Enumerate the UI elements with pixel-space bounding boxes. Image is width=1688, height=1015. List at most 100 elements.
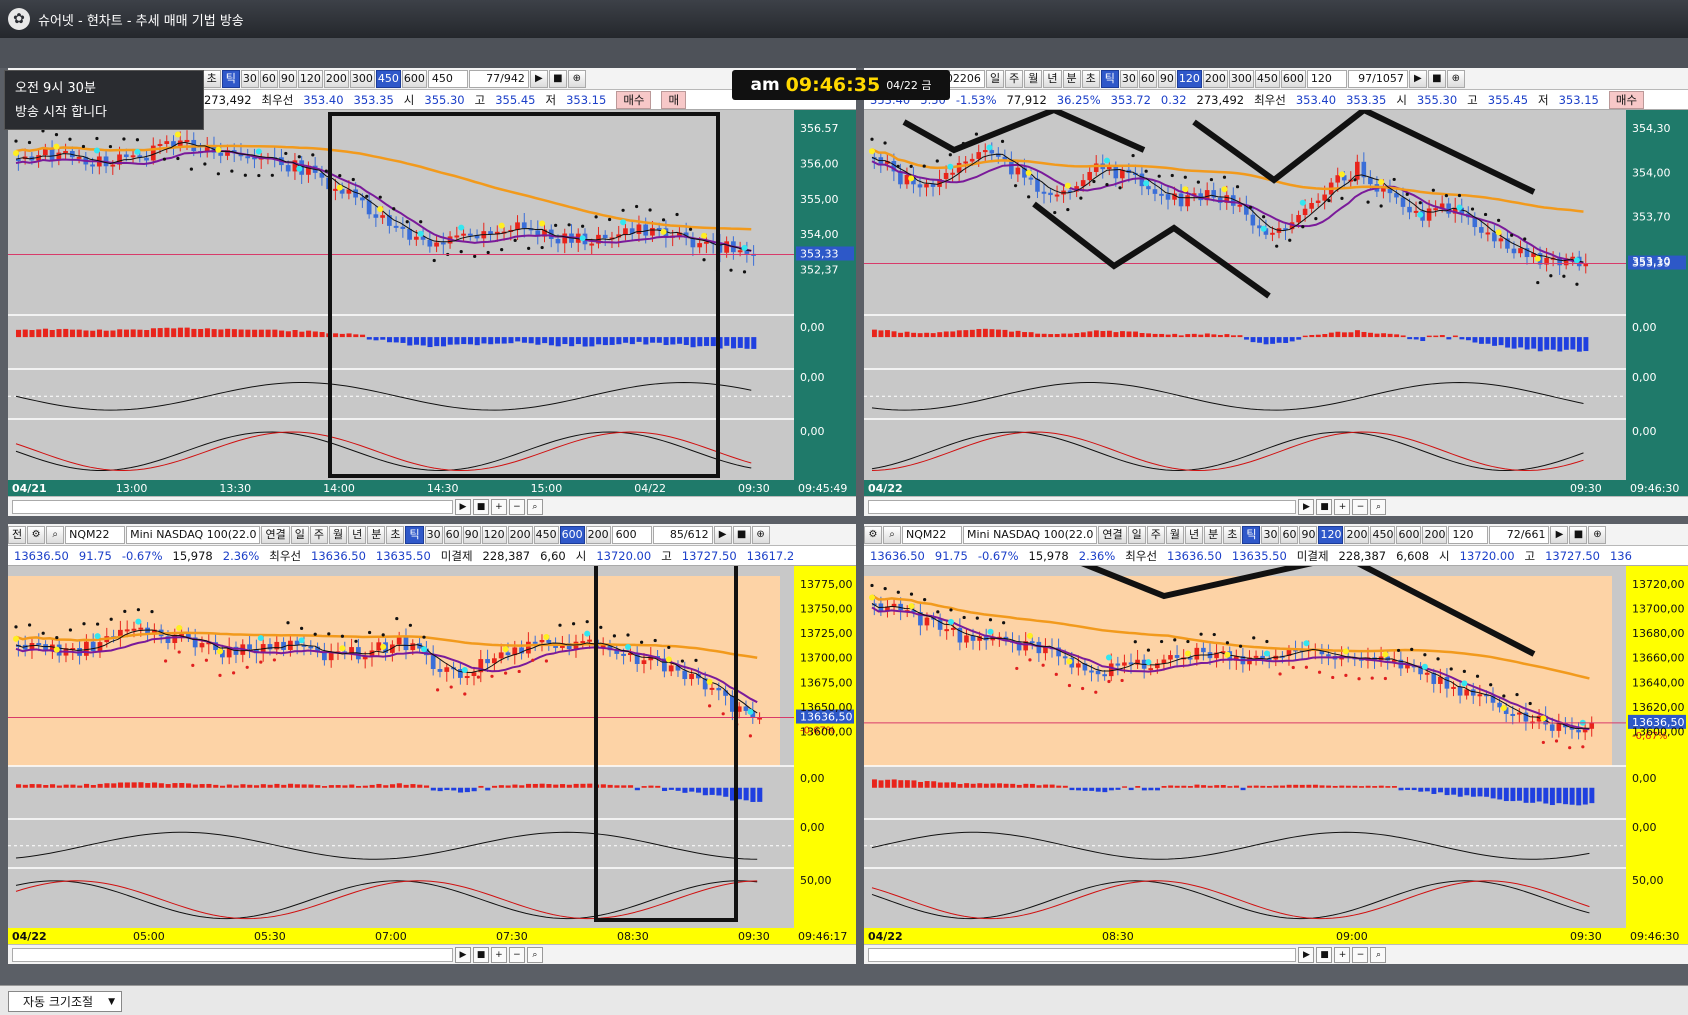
chart-scrollbar[interactable]: ▶ ■ + − ⌕: [8, 944, 856, 964]
period-button[interactable]: 년: [1184, 525, 1204, 544]
tick-button[interactable]: 450: [1254, 69, 1280, 88]
tick-button[interactable]: 450: [375, 69, 401, 88]
period-button[interactable]: 주: [1005, 69, 1024, 88]
stop-icon[interactable]: ■: [1316, 498, 1333, 515]
tick-button[interactable]: 30: [424, 525, 443, 544]
zoom-icon[interactable]: ⌕: [526, 498, 543, 515]
chart-scrollbar[interactable]: ▶ ■ + − ⌕: [864, 944, 1688, 964]
tick-value-select[interactable]: 120: [1306, 69, 1347, 88]
tick-button[interactable]: 120: [1318, 525, 1344, 544]
tick-button[interactable]: 30: [1261, 525, 1280, 544]
toolbar-lead-button[interactable]: 전: [8, 525, 27, 544]
play-icon[interactable]: ▶: [454, 946, 471, 963]
quote-buy2[interactable]: 매: [661, 90, 687, 109]
tick-button[interactable]: 120: [1176, 69, 1202, 88]
tick-button[interactable]: 120: [297, 69, 323, 88]
period-button[interactable]: 일: [1127, 525, 1146, 544]
tick-button[interactable]: 200: [1344, 525, 1370, 544]
period-button[interactable]: 초: [202, 69, 221, 88]
quote-buy[interactable]: 매수: [616, 90, 652, 109]
period-button[interactable]: 주: [1146, 525, 1165, 544]
period-button[interactable]: 일: [290, 525, 309, 544]
period-button[interactable]: 초: [386, 525, 405, 544]
bar-count-field[interactable]: 72/661: [1489, 525, 1550, 544]
period-button[interactable]: 틱: [405, 525, 424, 544]
period-button[interactable]: 초: [1223, 525, 1242, 544]
zoom-icon[interactable]: ⌕: [1370, 498, 1387, 515]
tick-value-select[interactable]: 120: [1448, 525, 1489, 544]
tick-button[interactable]: 90: [1157, 69, 1176, 88]
zoom-icon[interactable]: ⊕: [1446, 69, 1465, 88]
zoom-icon[interactable]: ⊕: [751, 525, 770, 544]
period-button[interactable]: 년: [348, 525, 367, 544]
period-button[interactable]: 틱: [221, 69, 240, 88]
period-button[interactable]: 월: [1165, 525, 1184, 544]
play-icon[interactable]: ▶: [529, 69, 548, 88]
tick-button[interactable]: 200: [323, 69, 349, 88]
zoom-icon[interactable]: ⌕: [526, 946, 543, 963]
period-button[interactable]: 주: [309, 525, 328, 544]
tick-button[interactable]: 600: [1280, 69, 1306, 88]
period-button[interactable]: 틱: [1100, 69, 1119, 88]
symbol-code-field[interactable]: NQM22: [65, 525, 126, 544]
bar-count-field[interactable]: 97/1057: [1347, 69, 1408, 88]
plus-icon[interactable]: +: [1334, 498, 1351, 515]
minus-icon[interactable]: −: [508, 946, 525, 963]
tick-button[interactable]: 30: [240, 69, 259, 88]
zoom-icon[interactable]: ⊕: [567, 69, 586, 88]
period-button[interactable]: 틱: [1242, 525, 1261, 544]
plus-icon[interactable]: +: [490, 946, 507, 963]
tick-button[interactable]: 30: [1119, 69, 1138, 88]
scroll-track[interactable]: [868, 499, 1297, 514]
scroll-track[interactable]: [12, 947, 453, 962]
tick-button[interactable]: 200: [1422, 525, 1448, 544]
chart-scrollbar[interactable]: ▶ ■ + − ⌕: [864, 496, 1688, 516]
period-button[interactable]: 일: [986, 69, 1005, 88]
period-button[interactable]: 분: [367, 525, 386, 544]
scroll-track[interactable]: [12, 499, 453, 514]
symbol-code-field[interactable]: NQM22: [902, 525, 962, 544]
stop-icon[interactable]: ■: [472, 498, 489, 515]
minus-icon[interactable]: −: [508, 498, 525, 515]
plus-icon[interactable]: +: [490, 498, 507, 515]
tick-value-select[interactable]: 600: [611, 525, 652, 544]
tick-button[interactable]: 90: [278, 69, 297, 88]
zoom-icon[interactable]: ⊕: [1588, 525, 1607, 544]
stop-icon[interactable]: ■: [472, 946, 489, 963]
chart-scrollbar[interactable]: ▶ ■ + − ⌕: [8, 496, 856, 516]
quote-buy[interactable]: 매수: [1608, 90, 1645, 109]
gear-icon[interactable]: ⚙: [27, 525, 46, 544]
tick-button[interactable]: 300: [1228, 69, 1254, 88]
minus-icon[interactable]: −: [1352, 946, 1369, 963]
stop-icon[interactable]: ■: [1427, 69, 1446, 88]
play-icon[interactable]: ▶: [1408, 69, 1427, 88]
period-button[interactable]: 년: [1043, 69, 1062, 88]
search-icon[interactable]: ⌕: [883, 525, 901, 544]
zoom-icon[interactable]: ⌕: [1370, 946, 1387, 963]
play-icon[interactable]: ▶: [713, 525, 732, 544]
tick-button[interactable]: 90: [462, 525, 481, 544]
stop-icon[interactable]: ■: [732, 525, 751, 544]
period-button[interactable]: 초: [1081, 69, 1100, 88]
tick-button[interactable]: 60: [443, 525, 462, 544]
tick-button[interactable]: 600: [401, 69, 427, 88]
tick-button[interactable]: 60: [259, 69, 278, 88]
tick-button[interactable]: 200: [585, 525, 611, 544]
gear-icon[interactable]: ⚙: [864, 525, 882, 544]
minus-icon[interactable]: −: [1352, 498, 1369, 515]
tick-button[interactable]: 120: [481, 525, 507, 544]
period-button[interactable]: 월: [328, 525, 348, 544]
link-button[interactable]: 연결: [1098, 525, 1127, 544]
stop-icon[interactable]: ■: [1316, 946, 1333, 963]
period-button[interactable]: 월: [1024, 69, 1043, 88]
tick-button[interactable]: 200: [507, 525, 533, 544]
auto-resize-select[interactable]: 자동 크기조절 ▼: [8, 991, 122, 1012]
tick-button[interactable]: 60: [1280, 525, 1299, 544]
play-icon[interactable]: ▶: [454, 498, 471, 515]
stop-icon[interactable]: ■: [1569, 525, 1588, 544]
stop-icon[interactable]: ■: [548, 69, 567, 88]
tick-button[interactable]: 600: [1396, 525, 1422, 544]
tick-value-select[interactable]: 450: [427, 69, 468, 88]
period-button[interactable]: 분: [1204, 525, 1223, 544]
play-icon[interactable]: ▶: [1550, 525, 1569, 544]
